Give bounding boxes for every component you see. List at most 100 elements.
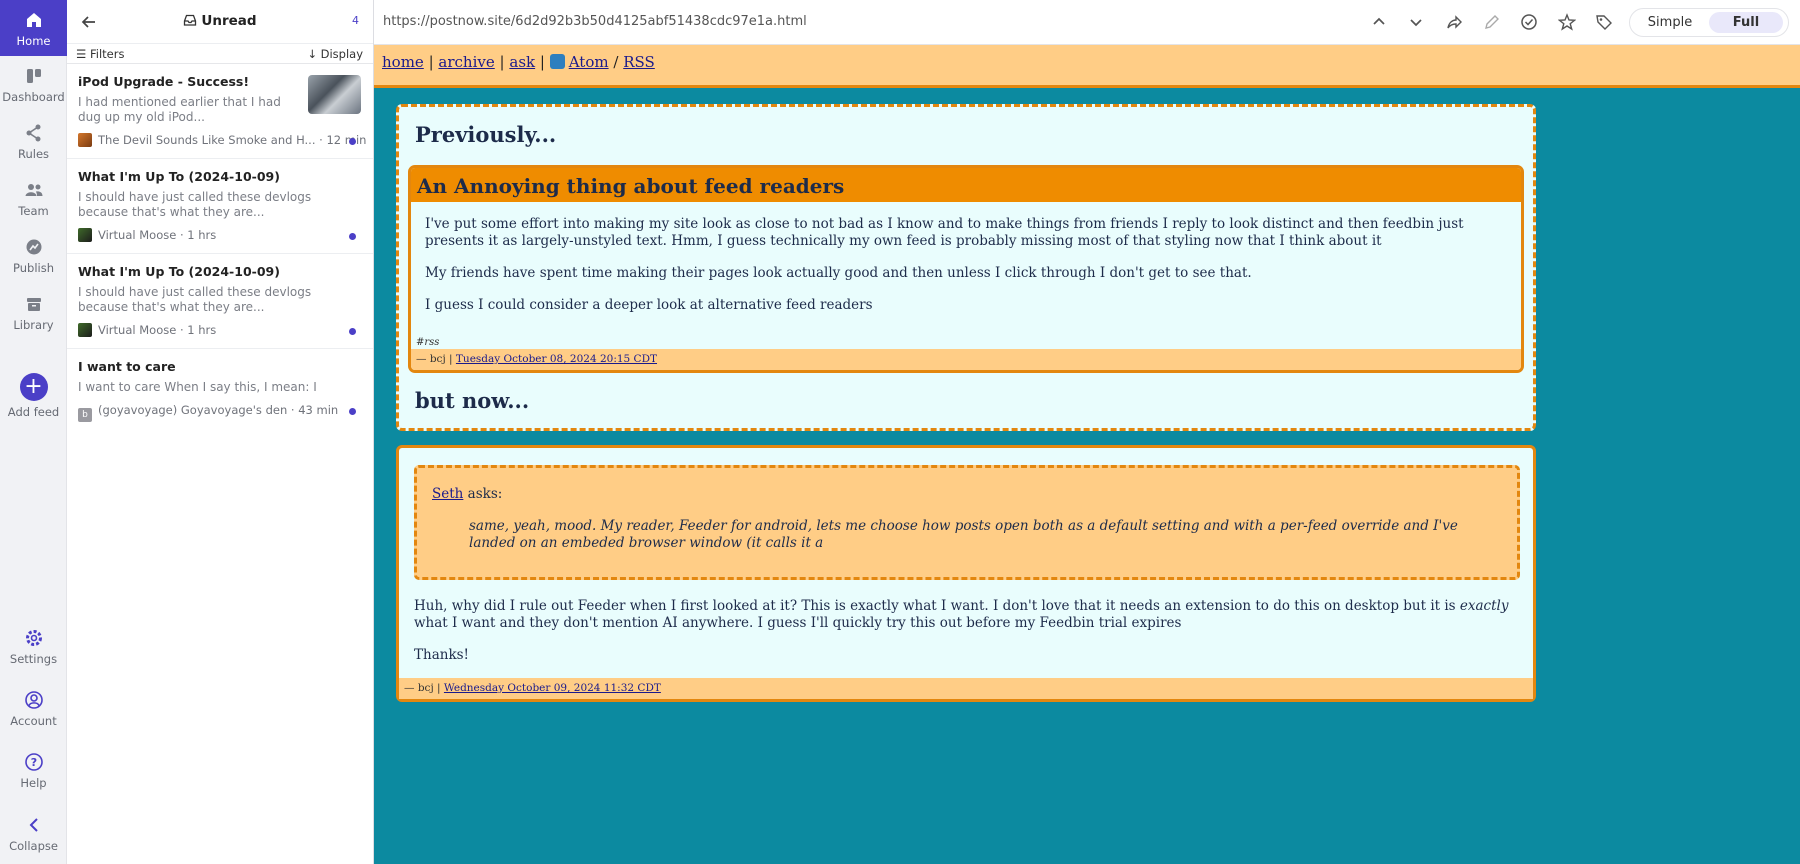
list-title[interactable]: Unread [67,13,373,29]
nav-label-publish: Publish [13,261,54,275]
post-date-link[interactable]: Tuesday October 08, 2024 20:15 CDT [456,353,657,365]
feed-favicon [78,228,92,242]
previously-heading: Previously... [415,122,557,147]
but-now-heading: but now... [415,388,530,413]
filters-button[interactable]: ☰ Filters [76,47,124,61]
display-button[interactable]: ↓ Display [307,47,363,61]
feed-favicon: b [78,408,92,422]
entry-meta: Virtual Moose · 1 hrs [78,323,361,337]
sort-arrow-icon: ↓ [307,47,321,61]
archive-icon [26,298,41,311]
filters-label: Filters [89,47,125,61]
nav-item-publish[interactable]: Publish [0,237,67,275]
star-icon[interactable] [1558,13,1576,31]
reader-pane: https://postnow.site/6d2d92b3b50d4125abf… [374,0,1800,864]
nav-item-help[interactable]: ? Help [0,752,67,790]
nav-separator: | [539,53,545,71]
list-toolbar: ☰ Filters ↓ Display [67,44,373,64]
nav-item-library[interactable]: Library [0,294,67,332]
share-icon [26,124,40,142]
site-link-atom[interactable]: Atom [569,53,609,71]
unread-dot [349,328,356,335]
article-url[interactable]: https://postnow.site/6d2d92b3b50d4125abf… [383,14,807,29]
nav-item-dashboard[interactable]: Dashboard [0,66,67,104]
view-mode-switch: Simple Full [1629,8,1789,37]
unread-count: 4 [352,14,359,27]
entry-summary: I had mentioned earlier that I had dug u… [78,95,281,124]
paragraph: My friends have spent time making their … [425,265,1252,281]
chevron-down-icon[interactable] [1407,13,1425,31]
entry-time: 43 min [298,403,339,417]
nav-item-account[interactable]: Account [0,690,67,728]
nav-item-rules[interactable]: Rules [0,123,67,161]
site-nav: home | archive | ask | Atom / RSS [374,45,1800,88]
nav-separator: | [499,53,505,71]
feed-favicon [78,323,92,337]
entry-source: (goyavoyage) Goyavoyage's den [98,403,288,417]
entry-meta: The Devil Sounds Like Smoke and H... · 1… [78,133,366,147]
unread-dot [349,233,356,240]
entry-summary: I want to care When I say this, I mean: … [78,380,317,394]
site-link-home[interactable]: home [382,53,424,71]
nav-label-rules: Rules [17,147,50,161]
chevron-up-icon[interactable] [1370,13,1388,31]
paragraph: I've put some effort into making my site… [425,216,1464,249]
post-author: — bcj | [404,682,441,694]
nav-item-settings[interactable]: Settings [0,628,67,666]
gear-icon [25,630,42,646]
quoted-post-title[interactable]: An Annoying thing about feed readers [411,168,1521,202]
list-item[interactable]: I want to care I want to care When I say… [67,349,373,444]
share-arrow-icon[interactable] [1445,13,1463,31]
entry-summary: I should have just called these devlogs … [78,285,312,314]
mode-simple-button[interactable]: Simple [1636,12,1704,33]
list-header: Unread 4 [67,0,373,44]
plus-icon: + [19,373,48,401]
entry-list: Unread 4 ☰ Filters ↓ Display iPod Upgrad… [67,0,374,864]
nav-label-help: Help [20,776,47,790]
nav-item-collapse[interactable]: Collapse [0,815,67,853]
feed-favicon [78,133,92,147]
site-link-rss[interactable]: RSS [623,53,655,71]
mark-read-icon[interactable] [1520,13,1538,31]
list-item[interactable]: iPod Upgrade - Success! I had mentioned … [67,64,373,159]
unread-dot [349,138,356,145]
post-tag[interactable]: #rss [416,337,439,348]
site-link-ask[interactable]: ask [509,53,535,71]
entry-source: Virtual Moose [98,228,177,242]
quoted-post: An Annoying thing about feed readers I'v… [408,165,1524,373]
nav-label-collapse: Collapse [9,839,58,853]
entry-time: 12 min [326,133,367,147]
post-date-link[interactable]: Wednesday October 09, 2024 11:32 CDT [444,682,661,694]
asker-line: Seth asks: [432,486,502,502]
answer-text: what I want and they don't mention AI an… [414,615,1182,631]
mode-full-button[interactable]: Full [1709,12,1783,33]
svg-text:?: ? [30,756,36,769]
unread-dot [349,408,356,415]
list-item[interactable]: What I'm Up To (2024-10-09) I should hav… [67,254,373,349]
display-label: Display [320,47,363,61]
nav-label-library: Library [13,318,54,332]
nav-label-dashboard: Dashboard [2,90,65,104]
list-item[interactable]: What I'm Up To (2024-10-09) I should hav… [67,159,373,254]
nav-item-team[interactable]: Team [0,180,67,218]
add-feed-button[interactable]: + Add feed [0,373,67,419]
filter-icon: ☰ [76,47,90,61]
inbox-icon [184,14,197,26]
dashboard-icon [26,69,41,83]
tag-icon[interactable] [1595,13,1613,31]
thanks-text: Thanks! [414,647,469,663]
answer-text: Huh, why did I rule out Feeder when I fi… [414,598,1456,614]
reader-toolbar: https://postnow.site/6d2d92b3b50d4125abf… [374,0,1800,45]
pencil-icon[interactable] [1483,13,1501,31]
site-link-archive[interactable]: archive [438,53,494,71]
nav-label-team: Team [18,204,49,218]
home-icon [26,13,41,27]
nav-item-home[interactable]: Home [0,0,67,56]
entry-title: iPod Upgrade - Success! [78,74,250,89]
chevron-left-icon [29,818,38,832]
post-footer: — bcj | Wednesday October 09, 2024 11:32… [399,678,1533,699]
asks-label: asks: [467,486,503,502]
entry-time: 1 hrs [187,228,217,242]
answer-paragraph: Huh, why did I rule out Feeder when I fi… [414,598,1524,632]
asker-link[interactable]: Seth [432,486,463,502]
